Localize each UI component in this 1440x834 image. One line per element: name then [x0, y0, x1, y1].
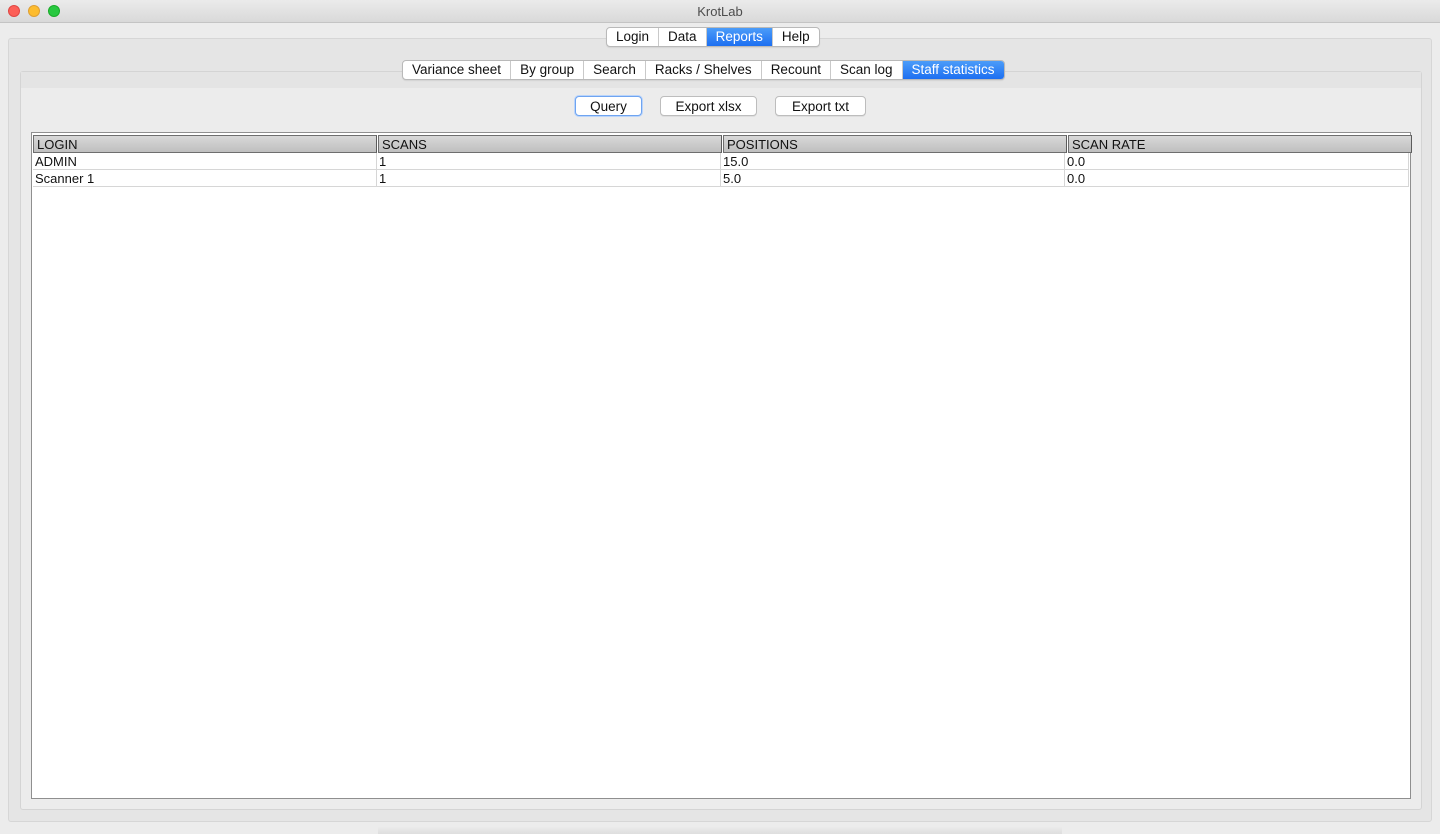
main-tab-bar: Login Data Reports Help: [606, 27, 820, 47]
table-row[interactable]: ADMIN 1 15.0 0.0: [33, 153, 1409, 170]
cell-scans: 1: [377, 170, 721, 186]
cell-positions: 15.0: [721, 153, 1065, 169]
tab-by-group[interactable]: By group: [511, 61, 585, 79]
minimize-window-button[interactable]: [28, 5, 40, 17]
close-window-button[interactable]: [8, 5, 20, 17]
column-header-positions[interactable]: POSITIONS: [723, 135, 1067, 153]
export-xlsx-button[interactable]: Export xlsx: [660, 96, 757, 116]
tab-staff-statistics[interactable]: Staff statistics: [902, 61, 1004, 79]
tab-variance-sheet[interactable]: Variance sheet: [403, 61, 512, 79]
cell-scans: 1: [377, 153, 721, 169]
table-row[interactable]: Scanner 1 1 5.0 0.0: [33, 170, 1409, 187]
column-header-scans[interactable]: SCANS: [378, 135, 722, 153]
staff-statistics-table[interactable]: LOGIN SCANS POSITIONS SCAN RATE ADMIN 1 …: [31, 132, 1413, 799]
column-header-scan-rate[interactable]: SCAN RATE: [1068, 135, 1412, 153]
tab-search[interactable]: Search: [584, 61, 646, 79]
reports-tab-bar: Variance sheet By group Search Racks / S…: [402, 60, 1005, 80]
title-bar: KrotLab: [0, 0, 1440, 23]
tab-recount[interactable]: Recount: [762, 61, 831, 79]
cell-login: Scanner 1: [33, 170, 377, 186]
tab-login[interactable]: Login: [607, 28, 660, 46]
export-txt-button[interactable]: Export txt: [775, 96, 866, 116]
table-header: LOGIN SCANS POSITIONS SCAN RATE: [33, 135, 1413, 153]
tab-racks-shelves[interactable]: Racks / Shelves: [646, 61, 762, 79]
tab-reports[interactable]: Reports: [706, 28, 773, 46]
cell-positions: 5.0: [721, 170, 1065, 186]
column-header-login[interactable]: LOGIN: [33, 135, 377, 153]
query-button[interactable]: Query: [575, 96, 642, 116]
maximize-window-button[interactable]: [48, 5, 60, 17]
cell-login: ADMIN: [33, 153, 377, 169]
tab-data[interactable]: Data: [659, 28, 707, 46]
tab-scan-log[interactable]: Scan log: [831, 61, 903, 79]
table-body: ADMIN 1 15.0 0.0 Scanner 1 1 5.0 0.0: [33, 153, 1409, 187]
window-title: KrotLab: [697, 4, 743, 19]
cell-scan-rate: 0.0: [1065, 153, 1409, 169]
cell-scan-rate: 0.0: [1065, 170, 1409, 186]
tab-help[interactable]: Help: [773, 28, 819, 46]
